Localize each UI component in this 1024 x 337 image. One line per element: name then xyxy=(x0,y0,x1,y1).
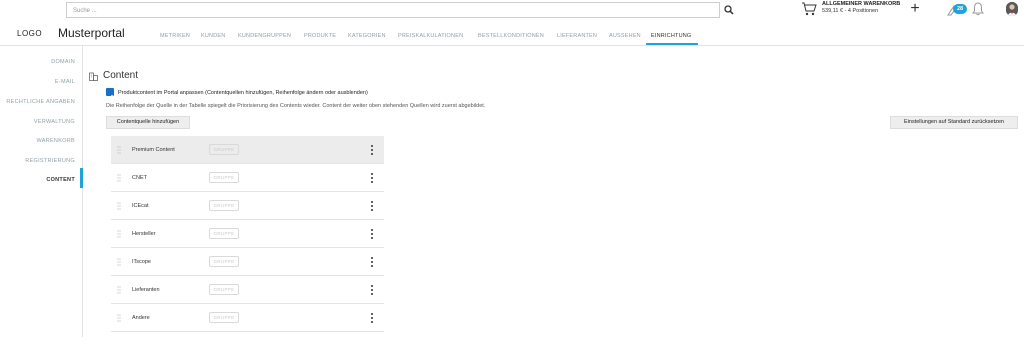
group-select[interactable]: GRUPPE xyxy=(209,284,239,295)
customize-content-checkbox[interactable] xyxy=(106,88,114,100)
more-options-icon[interactable] xyxy=(369,228,375,240)
group-select[interactable]: GRUPPE xyxy=(209,256,239,267)
table-row[interactable]: CNET GRUPPE xyxy=(111,164,384,192)
search-icon[interactable] xyxy=(724,4,734,16)
customize-content-label[interactable]: Produktcontent im Portal anpassen (Conte… xyxy=(118,90,368,96)
nav-item-lieferanten[interactable]: LIEFERANTEN xyxy=(557,33,597,39)
table-row[interactable]: ICEcat GRUPPE xyxy=(111,192,384,220)
group-select[interactable]: GRUPPE xyxy=(209,312,239,323)
sidebar-active-indicator xyxy=(80,168,83,188)
cart-icon[interactable] xyxy=(801,2,817,16)
nav-item-produkte[interactable]: PRODUKTE xyxy=(304,33,336,39)
more-options-icon[interactable] xyxy=(369,312,375,324)
nav-item-kategorien[interactable]: KATEGORIEN xyxy=(348,33,386,39)
more-options-icon[interactable] xyxy=(369,200,375,212)
more-options-icon[interactable] xyxy=(369,172,375,184)
avatar[interactable] xyxy=(1006,2,1018,16)
source-name: Andere xyxy=(132,315,150,321)
table-row[interactable]: Lieferanten GRUPPE xyxy=(111,276,384,304)
logo[interactable]: LOGO xyxy=(17,29,42,38)
sidebar-item-verwaltung[interactable]: VERWALTUNG xyxy=(34,119,75,125)
table-row[interactable]: Premium Content GRUPPE xyxy=(111,136,384,164)
cart-summary[interactable]: 539,11 € - 4 Positionen xyxy=(822,8,878,14)
source-name: ITscope xyxy=(132,259,151,265)
table-row[interactable]: Hersteller GRUPPE xyxy=(111,220,384,248)
table-row[interactable]: ITscope GRUPPE xyxy=(111,248,384,276)
group-select[interactable]: GRUPPE xyxy=(209,200,239,211)
nav-active-indicator xyxy=(646,43,698,45)
cart-title[interactable]: ALLGEMEINER WARENKORB xyxy=(822,1,900,7)
group-select[interactable]: GRUPPE xyxy=(209,228,239,239)
top-bar: Suche ... ALLGEMEINER WARENKORB 539,11 €… xyxy=(0,0,1024,22)
sidebar-item-warenkorb[interactable]: WARENKORB xyxy=(36,138,75,144)
settings-sidebar: DOMAIN E-MAIL RECHTLICHE ANGABEN VERWALT… xyxy=(0,46,83,337)
reset-defaults-button[interactable]: Einstellungen auf Standard zurücksetzen xyxy=(890,116,1018,129)
nav-item-metriken[interactable]: METRIKEN xyxy=(160,33,190,39)
drag-handle-icon[interactable] xyxy=(117,146,121,154)
check-icon xyxy=(107,94,113,100)
drag-handle-icon[interactable] xyxy=(117,314,121,322)
building-icon xyxy=(89,72,98,81)
source-name: Lieferanten xyxy=(132,287,160,293)
add-icon[interactable]: + xyxy=(908,1,922,17)
more-options-icon[interactable] xyxy=(369,284,375,296)
nav-item-einrichtung[interactable]: EINRICHTUNG xyxy=(651,33,691,39)
table-row[interactable]: Andere GRUPPE xyxy=(111,304,384,332)
main-nav: LOGO Musterportal METRIKEN KUNDEN KUNDEN… xyxy=(0,24,1024,46)
source-name: Premium Content xyxy=(132,147,175,153)
drag-handle-icon[interactable] xyxy=(117,202,121,210)
group-select[interactable]: GRUPPE xyxy=(209,144,239,155)
bell-icon[interactable] xyxy=(972,2,984,16)
sidebar-item-registrierung[interactable]: REGISTRIERUNG xyxy=(25,158,75,164)
sidebar-item-rechtliche-angaben[interactable]: RECHTLICHE ANGABEN xyxy=(6,99,75,105)
drag-handle-icon[interactable] xyxy=(117,174,121,182)
drag-handle-icon[interactable] xyxy=(117,286,121,294)
search-input[interactable]: Suche ... xyxy=(66,2,720,18)
more-options-icon[interactable] xyxy=(369,144,375,156)
source-name: ICEcat xyxy=(132,203,149,209)
group-select[interactable]: GRUPPE xyxy=(209,172,239,183)
sidebar-item-email[interactable]: E-MAIL xyxy=(55,79,75,85)
nav-item-kundengruppen[interactable]: KUNDENGRUPPEN xyxy=(238,33,291,39)
nav-item-bestellkonditionen[interactable]: BESTELLKONDITIONEN xyxy=(478,33,544,39)
more-options-icon[interactable] xyxy=(369,256,375,268)
source-name: Hersteller xyxy=(132,231,156,237)
priority-description: Die Reihenfolge der Quelle in der Tabell… xyxy=(106,103,486,109)
page-title: Content xyxy=(103,70,139,81)
add-content-source-button[interactable]: Contentquelle hinzufügen xyxy=(106,116,190,129)
notification-count-badge[interactable]: 28 xyxy=(953,4,967,14)
content-source-table: Premium Content GRUPPE CNET GRUPPE ICEca… xyxy=(111,136,384,332)
nav-item-kunden[interactable]: KUNDEN xyxy=(201,33,225,39)
sidebar-item-domain[interactable]: DOMAIN xyxy=(51,59,75,65)
nav-item-preiskalkulationen[interactable]: PREISKALKULATIONEN xyxy=(398,33,463,39)
drag-handle-icon[interactable] xyxy=(117,258,121,266)
drag-handle-icon[interactable] xyxy=(117,230,121,238)
portal-name: Musterportal xyxy=(58,26,125,40)
nav-item-aussehen[interactable]: AUSSEHEN xyxy=(609,33,641,39)
sidebar-item-content[interactable]: CONTENT xyxy=(46,177,75,183)
source-name: CNET xyxy=(132,175,147,181)
